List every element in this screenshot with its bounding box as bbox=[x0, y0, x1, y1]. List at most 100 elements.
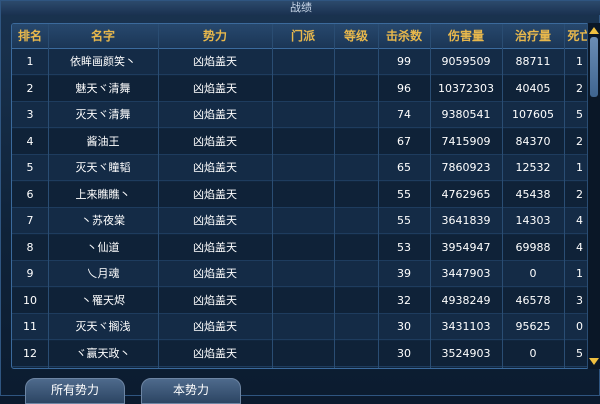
sect-cell bbox=[272, 235, 334, 261]
name-cell: ヾ赢天政丶 bbox=[75, 346, 131, 360]
kills-cell: 99 bbox=[397, 55, 411, 68]
table-row[interactable]: 1 依眸画颜笑丶 凶焰盖天 99 9059509 88711 1 bbox=[12, 49, 593, 75]
healing-cell: 69988 bbox=[515, 240, 551, 254]
faction-cell: 凶焰盖天 bbox=[193, 161, 237, 174]
scrollbar-thumb[interactable] bbox=[590, 37, 598, 97]
damage-cell: 3447903 bbox=[441, 267, 491, 280]
damage-cell: 3641839 bbox=[441, 214, 491, 227]
rank-cell: 11 bbox=[23, 320, 37, 333]
name-cell: 灭天ヾ搁浅 bbox=[75, 320, 131, 333]
column-divider bbox=[564, 24, 565, 368]
damage-cell: 10372303 bbox=[438, 81, 494, 95]
faction-cell: 凶焰盖天 bbox=[193, 293, 237, 307]
table-row[interactable]: 8 丶仙道 凶焰盖天 53 3954947 69988 4 bbox=[12, 234, 593, 261]
healing-cell: 0 bbox=[529, 267, 537, 280]
column-header-name[interactable]: 名字 bbox=[48, 24, 158, 48]
level-cell bbox=[334, 341, 378, 367]
level-cell bbox=[334, 155, 378, 181]
column-header-sect[interactable]: 门派 bbox=[272, 24, 334, 48]
name-cell: 灭天ヾ瞳韬 bbox=[75, 161, 131, 174]
healing-cell: 88711 bbox=[515, 55, 551, 68]
scrollbar[interactable] bbox=[587, 23, 600, 369]
name-cell: 酱油王 bbox=[86, 134, 120, 148]
damage-cell: 9380541 bbox=[441, 108, 491, 121]
rank-cell: 3 bbox=[26, 108, 34, 121]
healing-cell: 46578 bbox=[515, 293, 551, 307]
table-row[interactable]: 11 灭天ヾ搁浅 凶焰盖天 30 3431103 95625 0 bbox=[12, 314, 593, 340]
triangle-down-icon[interactable] bbox=[589, 358, 599, 365]
healing-cell: 12532 bbox=[515, 161, 551, 174]
kills-cell: 30 bbox=[397, 320, 411, 333]
table-row[interactable]: 4 酱油王 凶焰盖天 67 7415909 84370 2 bbox=[12, 128, 593, 155]
tab-all-factions[interactable]: 所有势力 bbox=[25, 378, 125, 404]
sect-cell bbox=[272, 102, 334, 128]
column-divider bbox=[378, 24, 379, 368]
column-header-healing[interactable]: 治疗量 bbox=[502, 24, 564, 48]
damage-cell: 7415909 bbox=[441, 134, 491, 148]
table-row[interactable]: 2 魅天ヾ清舞 凶焰盖天 96 10372303 40405 2 bbox=[12, 75, 593, 102]
sect-cell bbox=[272, 288, 334, 314]
triangle-up-icon[interactable] bbox=[589, 27, 599, 34]
level-cell bbox=[334, 208, 378, 234]
damage-cell: 3954947 bbox=[441, 240, 491, 254]
sect-cell bbox=[272, 76, 334, 102]
level-cell bbox=[334, 288, 378, 314]
kills-cell: 96 bbox=[397, 81, 411, 95]
kills-cell: 65 bbox=[397, 161, 411, 174]
tab-my-faction[interactable]: 本势力 bbox=[141, 378, 241, 404]
column-divider bbox=[430, 24, 431, 368]
healing-cell: 45438 bbox=[515, 187, 551, 201]
kills-cell: 55 bbox=[397, 214, 411, 227]
level-cell bbox=[334, 76, 378, 102]
level-cell bbox=[334, 261, 378, 287]
column-divider bbox=[48, 24, 49, 368]
sect-cell bbox=[272, 261, 334, 287]
column-header-faction[interactable]: 势力 bbox=[158, 24, 272, 48]
name-cell: 魅天ヾ清舞 bbox=[75, 81, 131, 95]
name-cell: 丶仙道 bbox=[86, 240, 120, 254]
sect-cell bbox=[272, 49, 334, 75]
column-divider bbox=[334, 24, 335, 368]
rank-cell: 1 bbox=[26, 55, 34, 68]
faction-cell: 凶焰盖天 bbox=[193, 187, 237, 201]
table-row[interactable]: 3 灭天ヾ清舞 凶焰盖天 74 9380541 107605 5 bbox=[12, 102, 593, 128]
level-cell bbox=[334, 49, 378, 75]
healing-cell: 84370 bbox=[515, 134, 551, 148]
column-header-rank[interactable]: 排名 bbox=[12, 24, 48, 48]
faction-cell: 凶焰盖天 bbox=[193, 267, 237, 280]
faction-cell: 凶焰盖天 bbox=[193, 81, 237, 95]
faction-cell: 凶焰盖天 bbox=[193, 108, 237, 121]
name-cell: 丶苏夜棠 bbox=[81, 214, 125, 227]
level-cell bbox=[334, 182, 378, 208]
table-header: 排名 名字 势力 门派 等级 击杀数 伤害量 治疗量 死亡 bbox=[12, 24, 593, 49]
damage-cell: 9059509 bbox=[441, 55, 491, 68]
faction-cell: 凶焰盖天 bbox=[193, 346, 237, 360]
column-header-damage[interactable]: 伤害量 bbox=[430, 24, 502, 48]
damage-cell: 3524903 bbox=[441, 346, 491, 360]
table-row[interactable]: 6 上来瞧瞧丶 凶焰盖天 55 4762965 45438 2 bbox=[12, 181, 593, 208]
healing-cell: 95625 bbox=[515, 320, 551, 333]
table-row[interactable]: 12 ヾ赢天政丶 凶焰盖天 30 3524903 0 5 bbox=[12, 340, 593, 367]
healing-cell: 40405 bbox=[515, 81, 551, 95]
column-header-level[interactable]: 等级 bbox=[334, 24, 378, 48]
column-header-kills[interactable]: 击杀数 bbox=[378, 24, 430, 48]
healing-cell: 107605 bbox=[512, 108, 554, 121]
table-row[interactable]: 7 丶苏夜棠 凶焰盖天 55 3641839 14303 4 bbox=[12, 208, 593, 234]
table-row[interactable]: 5 灭天ヾ瞳韬 凶焰盖天 65 7860923 12532 1 bbox=[12, 155, 593, 181]
kills-cell: 53 bbox=[397, 240, 411, 254]
level-cell bbox=[334, 235, 378, 261]
faction-cell: 凶焰盖天 bbox=[193, 240, 237, 254]
table-row[interactable]: 9 乀月魂 凶焰盖天 39 3447903 0 1 bbox=[12, 261, 593, 287]
column-divider bbox=[158, 24, 159, 368]
level-cell bbox=[334, 102, 378, 128]
name-cell: 乀月魂 bbox=[86, 267, 120, 280]
name-cell: 上来瞧瞧丶 bbox=[75, 187, 131, 201]
damage-cell: 4938249 bbox=[441, 293, 491, 307]
sect-cell bbox=[272, 155, 334, 181]
table-row[interactable]: 10 丶罹天烬 凶焰盖天 32 4938249 46578 3 bbox=[12, 287, 593, 314]
faction-cell: 凶焰盖天 bbox=[193, 214, 237, 227]
rank-cell: 10 bbox=[23, 293, 37, 307]
kills-cell: 30 bbox=[397, 346, 411, 360]
stats-table: 排名 名字 势力 门派 等级 击杀数 伤害量 治疗量 死亡 1 依眸画颜笑丶 凶焰盖… bbox=[11, 23, 594, 369]
healing-cell: 0 bbox=[529, 346, 537, 360]
